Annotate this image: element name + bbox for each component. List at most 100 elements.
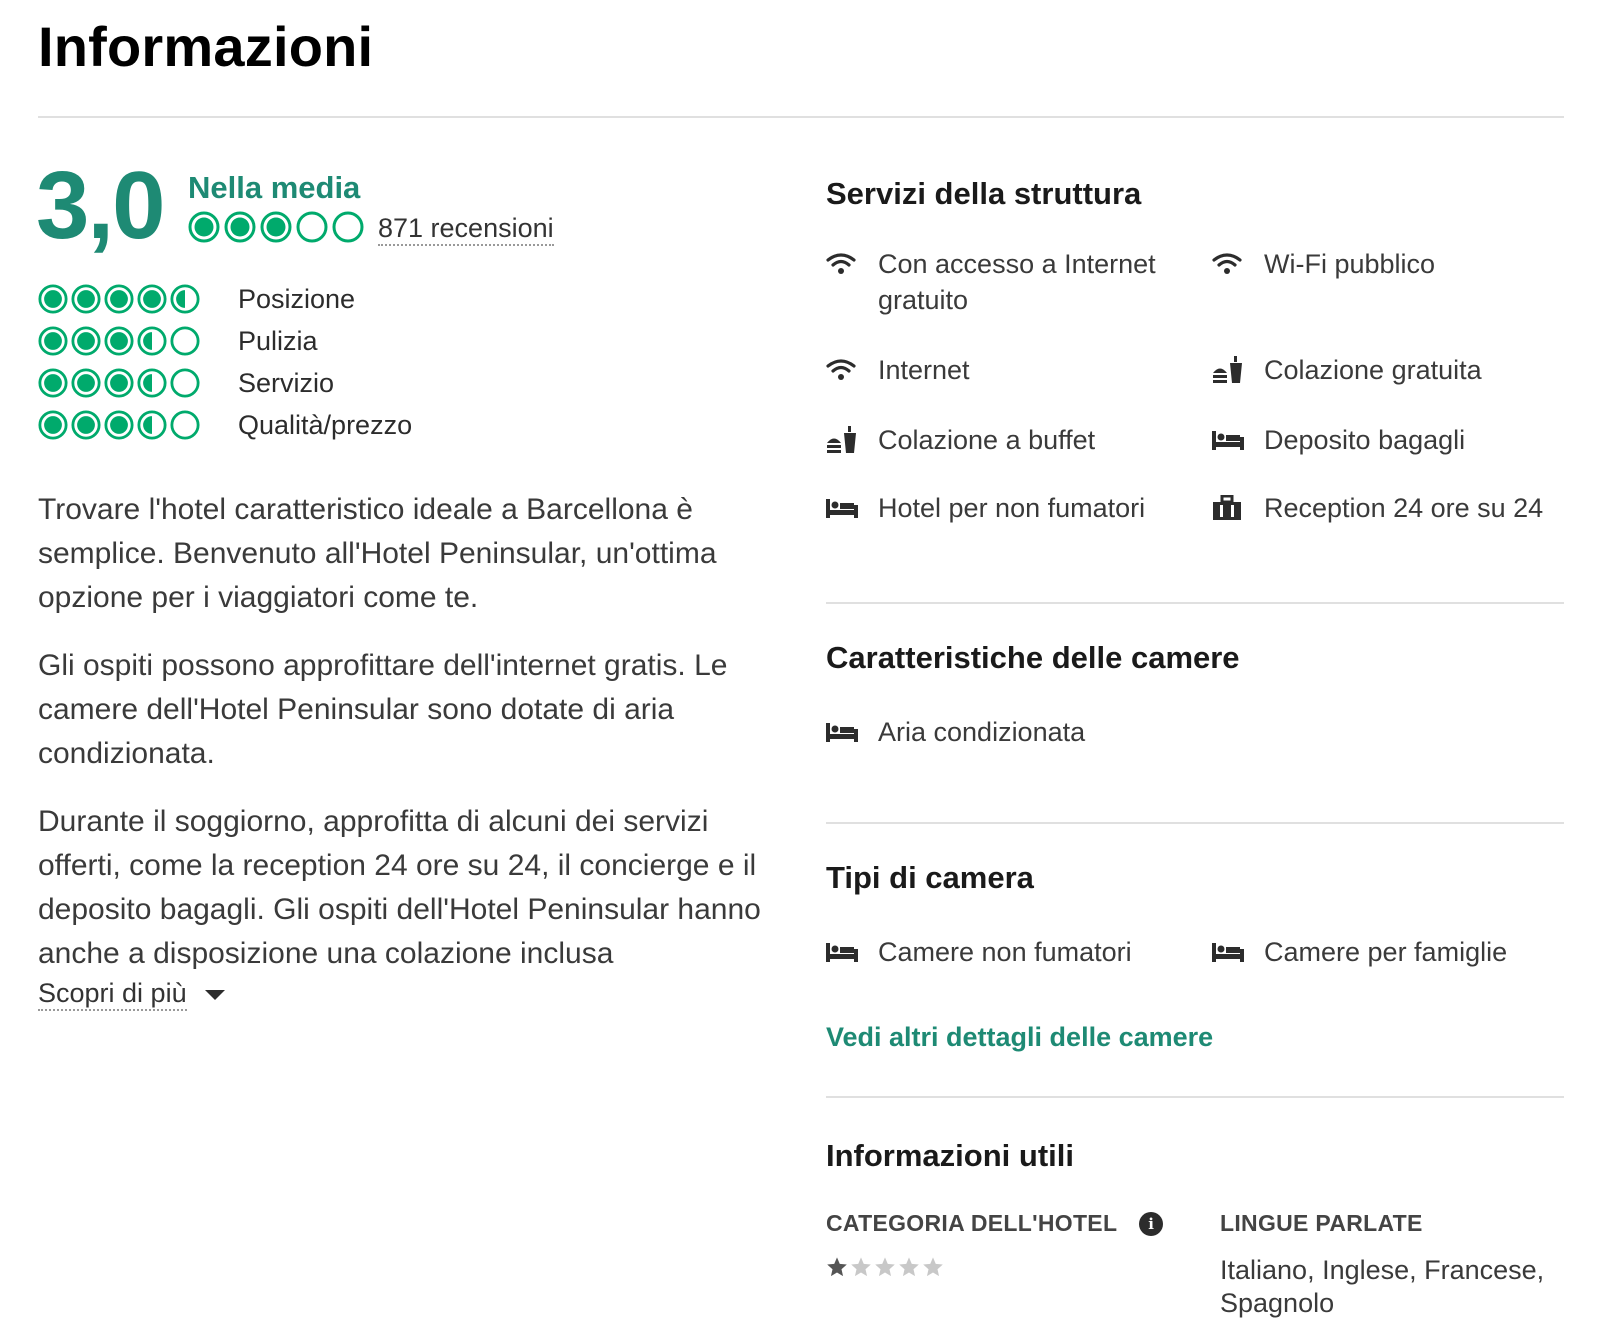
amenity-item: Wi-Fi pubblico: [1212, 246, 1435, 282]
read-more-link[interactable]: Scopri di più: [38, 978, 225, 1012]
bubble-full: [104, 368, 134, 398]
bed-icon: [826, 490, 860, 526]
sub-rating-bubbles: [38, 284, 238, 314]
wifi-icon: [826, 352, 860, 388]
bubble-full: [38, 368, 68, 398]
amenity-item: Hotel per non fumatori: [826, 490, 1145, 526]
star-empty-icon: [851, 1257, 871, 1277]
amenity-label: Aria condizionata: [878, 717, 1086, 747]
page-title: Informazioni: [38, 15, 374, 78]
bubble-full: [71, 284, 101, 314]
amenity-item: Aria condizionata: [826, 714, 1085, 750]
amenity-item: Internet: [826, 352, 970, 388]
amenity-label: Con accesso a Internet gratuito: [878, 249, 1156, 315]
bubble-full: [71, 326, 101, 356]
star-empty-icon: [875, 1257, 895, 1277]
bubble-full: [38, 284, 68, 314]
amenity-label: Reception 24 ore su 24: [1264, 493, 1544, 523]
amenity-item: Camere non fumatori: [826, 934, 1132, 970]
amenity-label: Deposito bagagli: [1264, 425, 1466, 455]
amenity-label: Hotel per non fumatori: [878, 493, 1146, 523]
amenity-item: Colazione a buffet: [826, 422, 1095, 458]
amenity-item: Deposito bagagli: [1212, 422, 1465, 458]
read-more-label: Scopri di più: [38, 978, 187, 1012]
wifi-icon: [1212, 246, 1246, 282]
amenity-item: Colazione gratuita: [1212, 352, 1482, 388]
sub-rating-row: Posizione: [38, 278, 412, 320]
bubble-empty: [170, 410, 200, 440]
bubble-full: [71, 410, 101, 440]
sub-rating-label: Servizio: [238, 367, 335, 398]
useful-info-title: Informazioni utili: [826, 1138, 1074, 1173]
star-empty-icon: [899, 1257, 919, 1277]
suitcase-icon: [1212, 490, 1246, 526]
bed-icon: [826, 714, 860, 750]
room-types-title: Tipi di camera: [826, 860, 1034, 895]
description-paragraph: Gli ospiti possono approfittare dell'int…: [38, 649, 728, 770]
hotel-description: Trovare l'hotel caratteristico ideale a …: [38, 488, 778, 976]
rating-score: 3,0: [36, 152, 165, 259]
bubble-half: [170, 284, 200, 314]
amenity-label: Internet: [878, 355, 970, 385]
bubble-full: [38, 326, 68, 356]
sub-rating-label: Qualità/prezzo: [238, 409, 413, 440]
bed-icon: [826, 934, 860, 970]
star-empty-icon: [923, 1257, 943, 1277]
property-amenities-title: Servizi della struttura: [826, 176, 1142, 211]
reviews-link[interactable]: 871 recensioni: [378, 213, 554, 247]
bubble-full: [71, 368, 101, 398]
description-paragraph: Trovare l'hotel caratteristico ideale a …: [38, 493, 717, 614]
sub-rating-row: Qualità/prezzo: [38, 404, 412, 446]
bubble-half: [137, 368, 167, 398]
bubble-full: [104, 410, 134, 440]
info-icon[interactable]: i: [1139, 1211, 1164, 1236]
bubble-full: [104, 326, 134, 356]
amenity-item: Reception 24 ore su 24: [1212, 490, 1543, 526]
bubble-full: [104, 284, 134, 314]
divider: [826, 602, 1564, 604]
divider: [38, 116, 1564, 118]
breakfast-icon: [1212, 352, 1246, 388]
bubble-empty: [296, 211, 328, 243]
sub-rating-label: Posizione: [238, 283, 356, 314]
bubble-half: [137, 326, 167, 356]
sub-rating-bubbles: [38, 368, 238, 398]
amenity-label: Colazione gratuita: [1264, 355, 1482, 385]
languages-label: LINGUE PARLATE: [1220, 1210, 1423, 1236]
room-features-title: Caratteristiche delle camere: [826, 640, 1240, 675]
see-more-rooms-link[interactable]: Vedi altri dettagli delle camere: [826, 1022, 1213, 1053]
breakfast-icon: [826, 422, 860, 458]
sub-ratings: Posizione Pulizia Servizio Qualità/prezz…: [38, 278, 412, 446]
bed-icon: [1212, 934, 1246, 970]
bed-icon: [1212, 422, 1246, 458]
sub-rating-row: Pulizia: [38, 320, 412, 362]
sub-rating-bubbles: [38, 410, 238, 440]
bubble-full: [260, 211, 292, 243]
bubble-full: [137, 284, 167, 314]
sub-rating-bubbles: [38, 326, 238, 356]
hotel-category-text: CATEGORIA DELL'HOTEL: [826, 1210, 1118, 1236]
amenity-item: Camere per famiglie: [1212, 934, 1507, 970]
wifi-icon: [826, 246, 860, 282]
hotel-category-label: CATEGORIA DELL'HOTEL i: [826, 1210, 1164, 1237]
sub-rating-row: Servizio: [38, 362, 412, 404]
rating-word: Nella media: [188, 170, 361, 205]
bubble-full: [188, 211, 220, 243]
bubble-full: [224, 211, 256, 243]
description-paragraph: Durante il soggiorno, approfitta di alcu…: [38, 805, 761, 970]
sub-rating-label: Pulizia: [238, 325, 318, 356]
bubble-full: [38, 410, 68, 440]
amenity-label: Camere per famiglie: [1264, 937, 1508, 967]
bubble-empty: [170, 326, 200, 356]
hotel-class-stars: [826, 1256, 944, 1278]
amenity-item: Con accesso a Internet gratuito: [826, 246, 1186, 318]
amenity-label: Colazione a buffet: [878, 425, 1096, 455]
star-filled-icon: [827, 1257, 847, 1277]
rating-bubbles: [188, 211, 364, 243]
divider: [826, 1096, 1564, 1098]
amenity-label: Camere non fumatori: [878, 937, 1132, 967]
languages-value: Italiano, Inglese, Francese, Spagnolo: [1220, 1255, 1545, 1318]
bubble-half: [137, 410, 167, 440]
bubble-empty: [170, 368, 200, 398]
amenity-label: Wi-Fi pubblico: [1264, 249, 1436, 279]
